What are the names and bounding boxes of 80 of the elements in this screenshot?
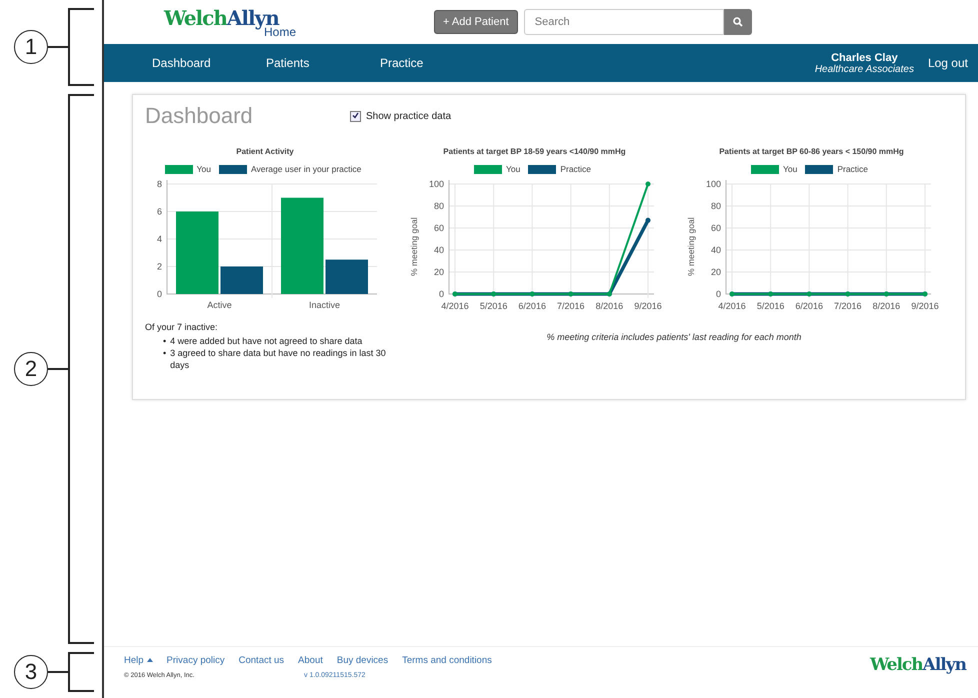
tick-label: 4 [156,234,162,244]
callout-number: 1 [14,30,48,64]
x-tick-label: 6/2016 [795,301,823,311]
checkbox[interactable] [350,110,361,122]
inactive-note: 4 were added but have not agreed to share data [170,335,362,347]
page-title: Dashboard [145,103,254,129]
callout-number: 2 [14,352,48,386]
x-tick-label: 4/2016 [441,301,469,311]
data-point [646,182,650,186]
nav-item[interactable]: Practice [380,56,494,70]
footer-link[interactable]: Buy devices [336,655,388,666]
axis-title: % meeting goal [409,217,419,276]
add-patient-button[interactable]: + Add Patient [434,10,518,34]
tick-label: 80 [710,201,721,211]
footer-link[interactable]: About [298,655,323,666]
legend-label: Practice [837,164,868,174]
nav-item[interactable]: Dashboard [152,56,266,70]
bullet: • [163,335,166,347]
x-tick-label: 9/2016 [634,301,662,311]
legend-label: Practice [560,164,592,174]
axis-title: % meeting goal [686,217,696,276]
footer-link[interactable]: Terms and conditions [402,655,492,666]
tick-label: 40 [434,245,444,255]
x-tick-label: 5/2016 [480,301,508,311]
tick-label: 6 [156,206,162,216]
tick-label: 60 [434,223,444,233]
bullet: • [163,347,166,360]
inactive-note: 3 agreed to share data but have no readings in last 30 days [170,347,387,371]
x-tick-label: 8/2016 [596,301,624,311]
nav-item[interactable]: Patients [266,56,380,70]
tick-label: 60 [710,223,721,233]
x-tick-label: 7/2016 [834,301,862,311]
leader-line [48,368,68,370]
legend-label: Average user in your practice [250,164,362,174]
tick-label: 40 [710,245,721,255]
data-point [646,218,650,223]
user-name: Charles Clay [831,52,898,64]
bar [220,266,263,294]
chart-title: Patients at target BP 60-86 years < 150/90 mmHg [719,147,904,156]
chart-caption: % meeting criteria includes patients' last reading for each month [546,332,802,342]
callout-number: 3 [14,655,48,689]
legend-label: You [506,164,520,174]
x-tick-label: 5/2016 [756,301,784,311]
category-label: Active [207,300,232,310]
chart-title: Patient Activity [236,147,294,156]
search-icon [732,17,743,27]
legend-label: You [782,164,798,174]
checkbox-label: Show practice data [366,110,452,122]
leader-line [48,671,68,673]
x-tick-label: 8/2016 [872,301,900,311]
tick-label: 8 [156,179,162,189]
inactive-heading: Of your 7 inactive: [145,322,219,332]
x-tick-label: 7/2016 [557,301,585,311]
logo: WelchAllyn [870,655,966,677]
leader-line [48,46,68,48]
bar [326,260,368,294]
footer-link[interactable]: Contact us [238,655,284,666]
search-field[interactable]: Search [524,9,724,35]
help-menu[interactable]: Help [124,655,153,666]
tick-label: 20 [710,267,721,277]
tick-label: 0 [438,289,444,299]
category-label: Inactive [308,300,340,310]
user-organization: Healthcare Associates [814,64,914,74]
tick-label: 20 [434,267,444,277]
tick-label: 100 [706,179,721,189]
footer-link[interactable]: Privacy policy [166,655,225,666]
tick-label: 100 [428,179,444,189]
caret-icon [146,658,153,662]
chart-title: Patients at target BP 18-59 years <140/90 mmHg [443,147,626,156]
bracket [68,652,94,692]
search-button[interactable] [724,9,752,35]
legend-label: You [196,164,211,174]
x-tick-label: 9/2016 [911,301,939,311]
logout-link[interactable]: Log out [928,56,968,70]
tick-label: 0 [156,289,162,299]
x-tick-label: 4/2016 [718,301,746,311]
tick-label: 80 [434,201,444,211]
tick-label: 2 [156,262,162,272]
tick-label: 0 [716,289,721,299]
x-tick-label: 6/2016 [518,301,546,311]
